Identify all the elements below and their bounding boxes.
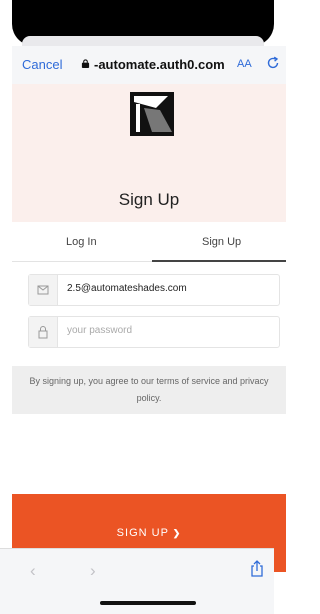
phone-frame: Cancel -automate.auth0.com AA Sign Up Lo — [0, 0, 286, 614]
email-icon-box — [29, 275, 58, 305]
back-arrow-icon[interactable]: ‹ — [30, 561, 36, 581]
chevron-right-icon: ❯ — [172, 528, 182, 538]
text-size-button[interactable]: AA — [237, 58, 252, 70]
company-logo — [130, 92, 174, 136]
home-indicator[interactable] — [100, 601, 196, 605]
password-icon-box — [29, 317, 58, 347]
url-bar: Cancel -automate.auth0.com AA — [12, 46, 286, 85]
forward-arrow-icon[interactable]: › — [90, 561, 96, 581]
lock-icon — [81, 59, 90, 68]
status-area — [0, 0, 286, 54]
sign-up-button-label: SIGN UP — [116, 527, 169, 539]
share-icon[interactable] — [250, 560, 264, 577]
tab-log-in[interactable]: Log In — [66, 236, 97, 248]
password-placeholder: your password — [67, 325, 133, 336]
password-field[interactable]: your password — [28, 316, 280, 348]
terms-notice: By signing up, you agree to our terms of… — [12, 366, 286, 414]
signup-header: Sign Up — [12, 84, 286, 222]
browser-sheet: Cancel -automate.auth0.com AA Sign Up Lo — [12, 46, 286, 613]
email-value: 2.5@automateshades.com — [67, 283, 187, 294]
url-domain[interactable]: -automate.auth0.com — [94, 57, 225, 72]
tab-sign-up[interactable]: Sign Up — [202, 236, 241, 248]
browser-toolbar: ‹ › — [0, 548, 274, 614]
page-title: Sign Up — [118, 190, 180, 209]
email-field[interactable]: 2.5@automateshades.com — [28, 274, 280, 306]
envelope-icon — [37, 285, 49, 295]
padlock-icon — [38, 326, 48, 339]
reload-icon[interactable] — [266, 56, 280, 70]
cancel-button[interactable]: Cancel — [22, 57, 62, 72]
active-tab-indicator — [152, 260, 286, 262]
terms-text: By signing up, you agree to our terms of… — [29, 376, 269, 403]
auth-tabs: Log In Sign Up — [12, 222, 286, 262]
sign-up-button-content: SIGN UP ❯ — [12, 527, 286, 539]
